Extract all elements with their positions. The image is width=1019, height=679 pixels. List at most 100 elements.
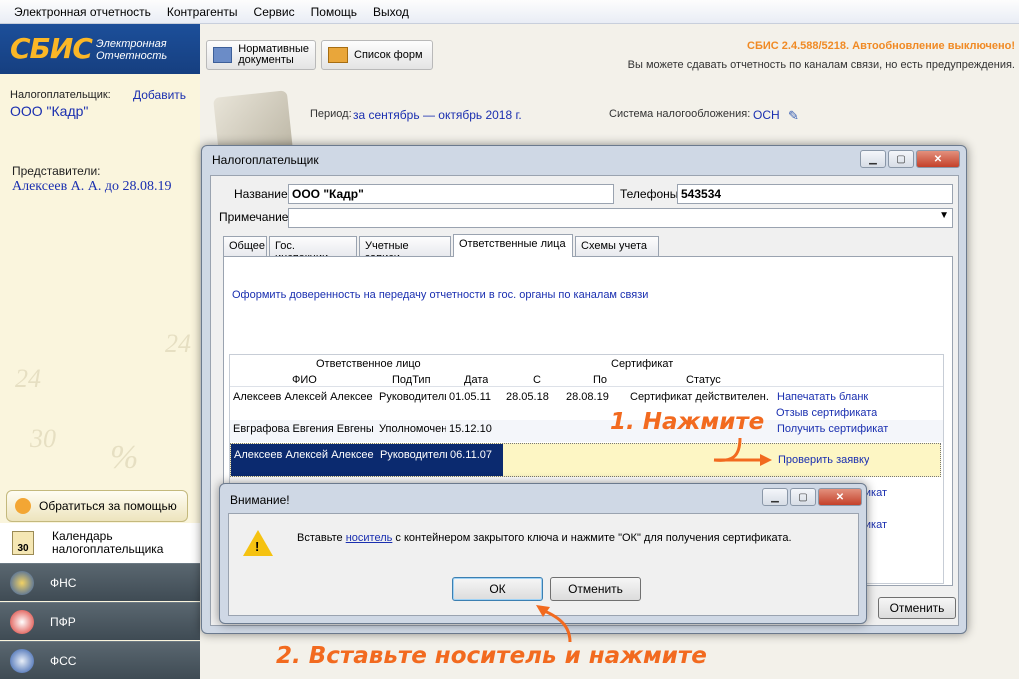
- menu-item-contractors[interactable]: Контрагенты: [159, 5, 246, 19]
- row-date: 15.12.10: [449, 423, 492, 435]
- nav-fns[interactable]: ФНС: [0, 563, 200, 601]
- menu-item-help[interactable]: Помощь: [303, 5, 365, 19]
- phones-field[interactable]: 543534: [677, 184, 953, 204]
- row-type: Руководитель: [379, 391, 446, 403]
- grid-group-certificate: Сертификат: [611, 358, 674, 370]
- col-fio: ФИО: [292, 374, 317, 386]
- note-field[interactable]: ▼: [288, 208, 953, 228]
- print-form-link[interactable]: Напечатать бланк: [777, 391, 868, 403]
- normdocs-label-2: документы: [238, 54, 294, 66]
- calendar-watermark: 24 24 30 %: [15, 329, 191, 476]
- calendar-icon: 30: [12, 531, 34, 555]
- alert-message: Вставьте носитель с контейнером закрытог…: [297, 532, 792, 544]
- row-fio: Алексеев Алексей Алексее: [233, 391, 373, 403]
- row-type: Уполномоченный: [379, 423, 446, 435]
- tax-system-label: Система налогообложения:: [609, 108, 751, 120]
- annotation-arrow-2: [536, 605, 572, 643]
- row-from: 28.05.18: [506, 391, 549, 403]
- minimize-button[interactable]: ▁: [860, 150, 886, 168]
- row-status: Сертификат действителен.: [630, 391, 769, 403]
- menu-item-exit[interactable]: Выход: [365, 5, 417, 19]
- tab-strip: Общее Гос. инспекции Учетные записи Отве…: [223, 234, 953, 264]
- alert-maximize-button[interactable]: ▢: [790, 488, 816, 506]
- sbis-logo: СБИС: [10, 32, 93, 65]
- help-button[interactable]: Обратиться за помощью: [6, 490, 188, 522]
- maximize-button[interactable]: ▢: [888, 150, 914, 168]
- version-status: СБИС 2.4.588/5218. Автообновление выключ…: [747, 40, 1015, 52]
- media-link[interactable]: носитель: [346, 532, 393, 544]
- menu-item-service[interactable]: Сервис: [246, 5, 303, 19]
- col-status: Статус: [686, 374, 721, 386]
- forms-icon: [328, 47, 348, 63]
- col-type: ПодТип: [392, 374, 431, 386]
- nav-pfr[interactable]: ПФР: [0, 602, 200, 640]
- channel-warning: Вы можете сдавать отчетность по каналам …: [627, 59, 1015, 71]
- revoke-certificate-link[interactable]: Отзыв сертификата: [776, 407, 877, 419]
- name-field[interactable]: ООО "Кадр": [288, 184, 614, 204]
- tab-accounts[interactable]: Учетные записи: [359, 236, 451, 264]
- sidebar: СБИС Электронная Отчетность Налогоплател…: [0, 24, 200, 679]
- grid-group-person: Ответственное лицо: [316, 358, 421, 370]
- period-label: Период:: [310, 108, 352, 120]
- note-label: Примечание: [219, 210, 289, 224]
- representatives-label: Представители:: [12, 164, 101, 178]
- col-date: Дата: [464, 374, 489, 386]
- row-fio: Алексеев Алексей Алексее: [234, 449, 374, 461]
- calendar-label-2: налогоплательщика: [52, 542, 164, 556]
- nav-fns-label: ФНС: [50, 575, 77, 590]
- pfr-emblem-icon: [10, 609, 34, 634]
- chevron-down-icon[interactable]: ▼: [939, 210, 949, 221]
- taxpayer-label: Налогоплательщик:: [10, 89, 111, 101]
- phones-label: Телефоны: [620, 187, 679, 201]
- table-row[interactable]: Алексеев Алексей Алексее Руководитель 01…: [230, 388, 943, 420]
- dialog-cancel-button[interactable]: Отменить: [878, 597, 956, 619]
- forms-list-button[interactable]: Список форм: [321, 40, 433, 70]
- row-type: Руководитель: [380, 449, 447, 461]
- get-certificate-link[interactable]: Получить сертификат: [777, 423, 888, 435]
- logo-subtitle-1: Электронная: [96, 38, 167, 50]
- calendar-nav-item[interactable]: 30 Календарь налогоплательщика: [0, 523, 200, 563]
- fss-emblem-icon: [10, 648, 34, 673]
- menu-bar: Электронная отчетность Контрагенты Серви…: [0, 0, 1019, 24]
- tab-schemes[interactable]: Схемы учета: [575, 236, 659, 256]
- row-date: 06.11.07: [450, 449, 493, 461]
- alert-minimize-button[interactable]: ▁: [762, 488, 788, 506]
- forms-label: Список форм: [354, 48, 423, 61]
- taxpayer-dialog-title: Налогоплательщик: [212, 153, 319, 167]
- table-row-selected[interactable]: Алексеев Алексей Алексее Руководитель 06…: [230, 443, 941, 477]
- nav-pfr-label: ПФР: [50, 614, 76, 629]
- tax-system-value-link[interactable]: ОСН: [753, 108, 780, 122]
- logo-subtitle-2: Отчетность: [96, 50, 168, 62]
- nav-fss[interactable]: ФСС: [0, 641, 200, 679]
- period-value-link[interactable]: за сентябрь — октябрь 2018 г.: [353, 108, 522, 122]
- col-from: С: [533, 374, 541, 386]
- alert-close-button[interactable]: ✕: [818, 488, 862, 506]
- normative-docs-button[interactable]: Нормативные документы: [206, 40, 316, 70]
- tab-inspections[interactable]: Гос. инспекции: [269, 236, 357, 264]
- alert-title: Внимание!: [230, 493, 290, 507]
- name-label: Название: [234, 187, 288, 201]
- representative-name[interactable]: Алексеев А. А. до 28.08.19: [12, 179, 172, 195]
- row-fio: Евграфова Евгения Евгены: [233, 423, 374, 435]
- nav-fss-label: ФСС: [50, 653, 77, 668]
- annotation-step-2: 2. Вставьте носитель и нажмите: [276, 643, 707, 669]
- alert-text-after: с контейнером закрытого ключа и нажмите …: [392, 532, 792, 544]
- table-row[interactable]: Евграфова Евгения Евгены Уполномоченный …: [230, 420, 943, 442]
- proxy-link[interactable]: Оформить доверенность на передачу отчетн…: [232, 289, 648, 301]
- tab-general[interactable]: Общее: [223, 236, 267, 256]
- fns-emblem-icon: [10, 570, 34, 595]
- edit-pencil-icon[interactable]: ✎: [788, 108, 799, 124]
- tab-responsible[interactable]: Ответственные лица: [453, 234, 573, 257]
- check-request-link[interactable]: Проверить заявку: [778, 454, 869, 466]
- add-taxpayer-link[interactable]: Добавить: [133, 88, 186, 102]
- help-icon: [15, 498, 31, 514]
- taxpayer-name[interactable]: ООО "Кадр": [10, 103, 88, 119]
- book-icon: [213, 47, 233, 63]
- menu-item-reporting[interactable]: Электронная отчетность: [6, 5, 159, 19]
- help-button-label: Обратиться за помощью: [39, 499, 177, 513]
- row-to: 28.08.19: [566, 391, 609, 403]
- close-button[interactable]: ✕: [916, 150, 960, 168]
- grid-header-divider: [230, 386, 943, 387]
- col-to: По: [593, 374, 608, 386]
- sidebar-header: СБИС Электронная Отчетность: [0, 24, 200, 74]
